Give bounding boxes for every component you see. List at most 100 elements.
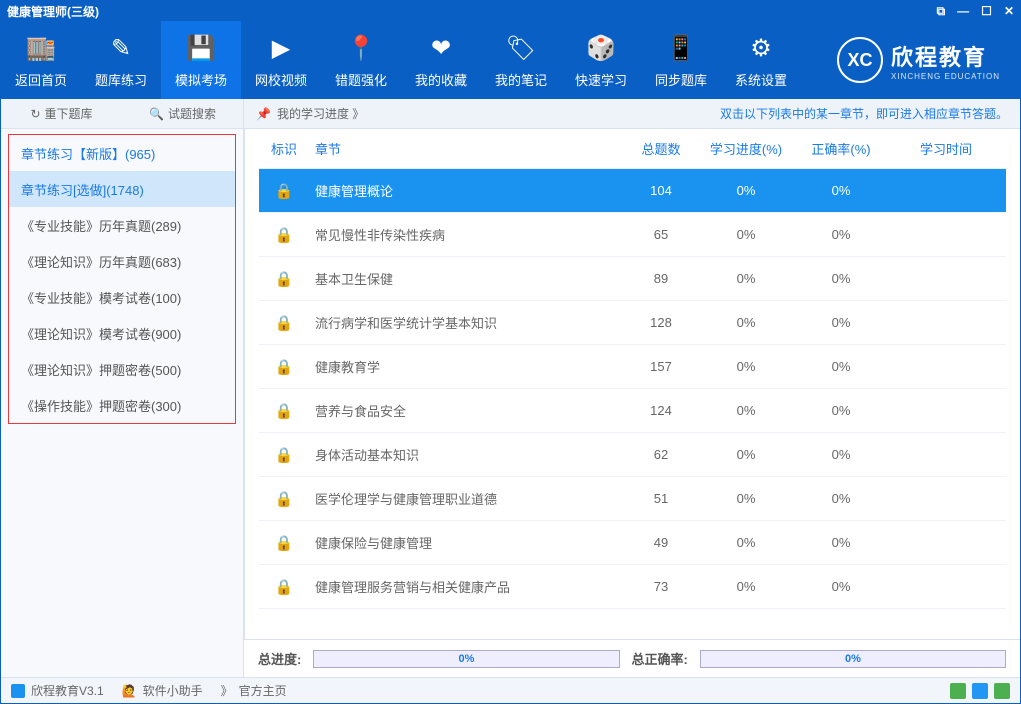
nav-item-4[interactable]: 📍错题强化 (321, 21, 401, 99)
row-total: 128 (626, 315, 696, 330)
sidebar-item[interactable]: 《理论知识》押题密卷(500) (9, 351, 235, 387)
sidebar-item[interactable]: 《专业技能》历年真题(289) (9, 207, 235, 243)
nav-icon: 📱 (664, 31, 698, 65)
nav-item-2[interactable]: 💾模拟考场 (161, 21, 241, 99)
row-accuracy: 0% (796, 315, 886, 330)
lock-icon: 🔒 (275, 579, 294, 596)
nav-item-8[interactable]: 📱 同步题库 (641, 21, 721, 99)
table-row[interactable]: 🔒 营养与食品安全 124 0% 0% (259, 389, 1006, 433)
total-progress-bar: 0% (313, 650, 619, 668)
row-total: 65 (626, 227, 696, 242)
nav-item-7[interactable]: 🎲 快速学习 (561, 21, 641, 99)
row-total: 51 (626, 491, 696, 506)
row-total: 62 (626, 447, 696, 462)
col-progress: 学习进度(%) (696, 139, 796, 158)
table-row[interactable]: 🔒 健康管理概论 104 0% 0% (259, 169, 1006, 213)
nav-label: 错题强化 (335, 70, 387, 89)
sidebar: ↻ 重下题库 🔍 试题搜索 章节练习【新版】(965)章节练习[选做](1748… (1, 99, 244, 677)
nav-label: 我的收藏 (415, 70, 467, 89)
row-total: 73 (626, 579, 696, 594)
row-progress: 0% (696, 535, 796, 550)
status-icon-2[interactable] (972, 683, 988, 699)
col-accuracy: 正确率(%) (796, 139, 886, 158)
helper-link[interactable]: 软件小助手 (143, 682, 203, 699)
nav-label: 快速学习 (575, 70, 627, 89)
nav-item-0[interactable]: 🏬返回首页 (1, 21, 81, 99)
table-row[interactable]: 🔒 流行病学和医学统计学基本知识 128 0% 0% (259, 301, 1006, 345)
table-row[interactable]: 🔒 医学伦理学与健康管理职业道德 51 0% 0% (259, 477, 1006, 521)
window-minimize-icon[interactable]: — (957, 4, 969, 19)
nav-icon: 🏷 (504, 31, 538, 65)
window-restore-icon[interactable]: ⧉ (937, 4, 946, 19)
row-accuracy: 0% (796, 535, 886, 550)
nav-item-6[interactable]: 🏷我的笔记 (481, 21, 561, 99)
row-title: 健康保险与健康管理 (309, 533, 626, 552)
breadcrumb-bar: 📌 我的学习进度 》 双击以下列表中的某一章节，即可进入相应章节答题。 (244, 99, 1020, 129)
refresh-icon: ↻ (30, 107, 40, 121)
brand-logo-icon: XC (837, 37, 883, 83)
nav-label: 同步题库 (655, 70, 707, 89)
table-row[interactable]: 🔒 健康保险与健康管理 49 0% 0% (259, 521, 1006, 565)
row-title: 营养与食品安全 (309, 401, 626, 420)
window-maximize-icon[interactable]: ☐ (981, 4, 992, 19)
nav-icon: ✎ (104, 31, 138, 65)
official-link[interactable]: 官方主页 (239, 682, 287, 699)
helper-icon: 🙋 (122, 684, 137, 698)
brand-sub: XINCHENG EDUCATION (891, 72, 1000, 81)
titlebar: 健康管理师(三级) ⧉ — ☐ ✕ (1, 1, 1020, 21)
row-title: 身体活动基本知识 (309, 445, 626, 464)
row-total: 104 (626, 183, 696, 198)
nav-item-5[interactable]: ❤ 我的收藏 (401, 21, 481, 99)
app-logo-icon (11, 684, 25, 698)
nav-label: 系统设置 (735, 70, 787, 89)
row-progress: 0% (696, 491, 796, 506)
nav-item-3[interactable]: ▶网校视频 (241, 21, 321, 99)
row-title: 健康管理概论 (309, 181, 626, 200)
status-icon-1[interactable] (950, 683, 966, 699)
nav-item-1[interactable]: ✎题库练习 (81, 21, 161, 99)
row-progress: 0% (696, 271, 796, 286)
nav-icon: ❤ (424, 31, 458, 65)
row-total: 89 (626, 271, 696, 286)
row-progress: 0% (696, 227, 796, 242)
nav-icon: 🎲 (584, 31, 618, 65)
nav-icon: ⚙ (744, 31, 778, 65)
summary-bar: 总进度: 0% 总正确率: 0% (244, 639, 1020, 677)
hint-text: 双击以下列表中的某一章节，即可进入相应章节答题。 (720, 105, 1008, 122)
table-row[interactable]: 🔒 健康教育学 157 0% 0% (259, 345, 1006, 389)
row-progress: 0% (696, 315, 796, 330)
row-accuracy: 0% (796, 579, 886, 594)
status-icon-3[interactable] (994, 683, 1010, 699)
lock-icon: 🔒 (275, 315, 294, 332)
brand: XC欣程教育XINCHENG EDUCATION (801, 21, 1020, 99)
lock-icon: 🔒 (275, 491, 294, 508)
row-accuracy: 0% (796, 359, 886, 374)
chevron-icon: 》 (221, 682, 233, 699)
main-navbar: 🏬返回首页✎题库练习💾模拟考场▶网校视频📍错题强化 ❤ 我的收藏 🏷我的笔记 🎲 快速学习… (1, 21, 1020, 99)
breadcrumb[interactable]: 我的学习进度 》 (277, 105, 364, 122)
sidebar-item[interactable]: 《专业技能》模考试卷(100) (9, 279, 235, 315)
sidebar-item[interactable]: 《理论知识》历年真题(683) (9, 243, 235, 279)
row-accuracy: 0% (796, 403, 886, 418)
nav-item-9[interactable]: ⚙ 系统设置 (721, 21, 801, 99)
table-row[interactable]: 🔒 身体活动基本知识 62 0% 0% (259, 433, 1006, 477)
lock-icon: 🔒 (275, 359, 294, 376)
table-row[interactable]: 🔒 常见慢性非传染性疾病 65 0% 0% (259, 213, 1006, 257)
table-row[interactable]: 🔒 健康管理服务营销与相关健康产品 73 0% 0% (259, 565, 1006, 609)
table-row[interactable]: 🔒 基本卫生保健 89 0% 0% (259, 257, 1006, 301)
search-questions-button[interactable]: 🔍 试题搜索 (122, 105, 243, 122)
lock-icon: 🔒 (275, 271, 294, 288)
statusbar: 欣程教育V3.1 🙋 软件小助手 》 官方主页 (1, 677, 1020, 703)
total-accuracy-label: 总正确率: (632, 649, 688, 668)
window-close-icon[interactable]: ✕ (1004, 4, 1014, 19)
sidebar-item[interactable]: 《理论知识》模考试卷(900) (9, 315, 235, 351)
row-total: 157 (626, 359, 696, 374)
sidebar-item[interactable]: 章节练习[选做](1748) (9, 171, 235, 207)
reload-db-button[interactable]: ↻ 重下题库 (1, 105, 122, 122)
col-total: 总题数 (626, 139, 696, 158)
window-title: 健康管理师(三级) (7, 3, 99, 20)
row-accuracy: 0% (796, 227, 886, 242)
sidebar-item[interactable]: 《操作技能》押题密卷(300) (9, 387, 235, 423)
row-progress: 0% (696, 183, 796, 198)
sidebar-item[interactable]: 章节练习【新版】(965) (9, 135, 235, 171)
